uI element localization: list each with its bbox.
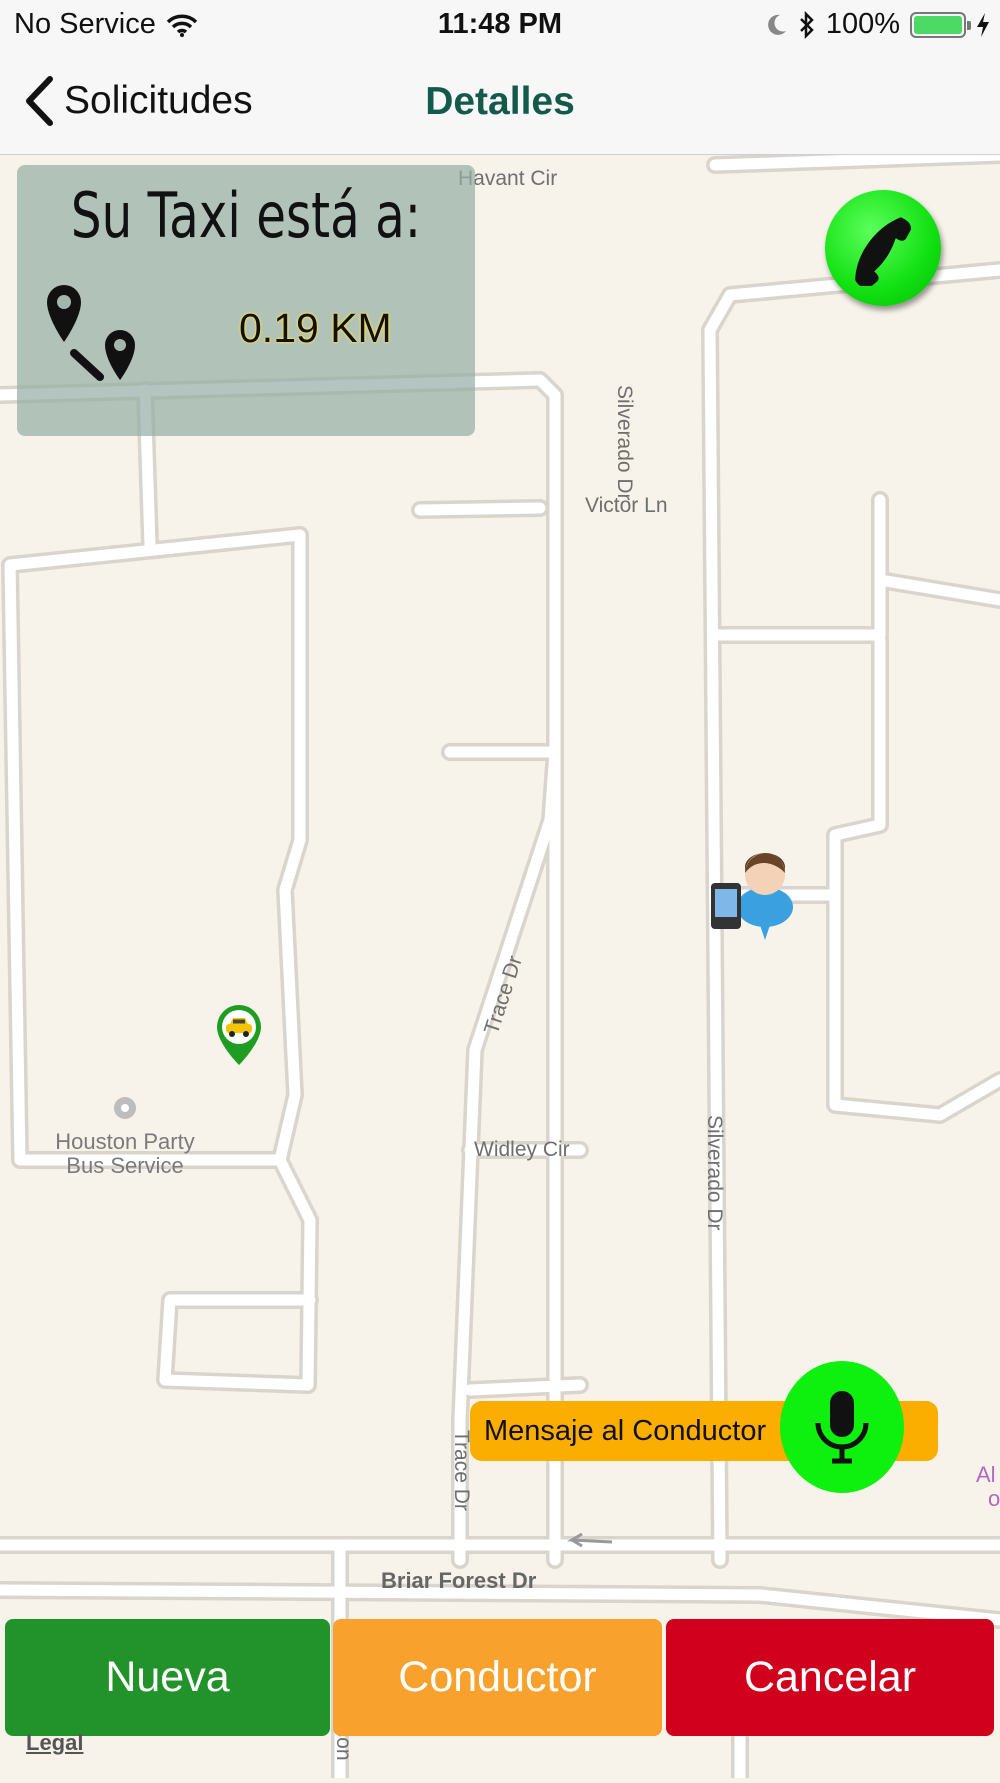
driver-button[interactable]: Conductor — [333, 1619, 662, 1736]
page-title: Detalles — [425, 80, 575, 123]
route-icon — [47, 285, 135, 381]
edge-label-2: o — [988, 1486, 1000, 1511]
phone-icon — [855, 217, 911, 286]
battery-icon — [910, 11, 971, 38]
bluetooth-icon — [799, 10, 814, 39]
microphone-button[interactable] — [780, 1361, 904, 1493]
distance-title: Su Taxi está a: — [70, 179, 422, 252]
charging-icon — [977, 12, 989, 37]
poi-line-1: Houston Party — [55, 1129, 195, 1154]
message-label: Mensaje al Conductor — [484, 1415, 767, 1447]
battery-fill — [914, 15, 962, 34]
distance-value: 0.19 KM — [239, 305, 392, 351]
microphone-icon — [815, 1391, 869, 1464]
street-label-silverado-2: Silverado Dr — [703, 1115, 726, 1231]
moon-icon — [767, 14, 786, 35]
poi-line-2: Bus Service — [66, 1153, 184, 1178]
street-label-widley: Widley Cir — [474, 1138, 570, 1161]
new-request-button[interactable]: Nueva — [5, 1619, 330, 1736]
battery-percent: 100% — [825, 8, 900, 40]
cancel-button[interactable]: Cancelar — [666, 1619, 994, 1736]
legal-link[interactable]: Legal — [26, 1730, 83, 1756]
navigation-bar: Solicitudes Detalles — [0, 52, 1000, 155]
bottom-action-bar: Nueva Conductor Cancelar — [0, 1616, 1000, 1738]
status-bar: No Service 11:48 PM 100% — [0, 0, 1000, 52]
street-label-silverado-1: Silverado Dr — [613, 385, 636, 501]
status-right: 100% — [766, 8, 990, 41]
user-location-pin[interactable] — [708, 845, 808, 945]
call-driver-button[interactable] — [825, 190, 941, 306]
distance-panel: Su Taxi está a: 0.19 KM — [17, 165, 475, 436]
street-label-briar: Briar Forest Dr — [381, 1568, 537, 1593]
taxi-location-pin[interactable] — [215, 1003, 263, 1067]
poi-label: Houston Party Bus Service — [40, 1130, 210, 1178]
edge-label: Al — [976, 1462, 996, 1487]
